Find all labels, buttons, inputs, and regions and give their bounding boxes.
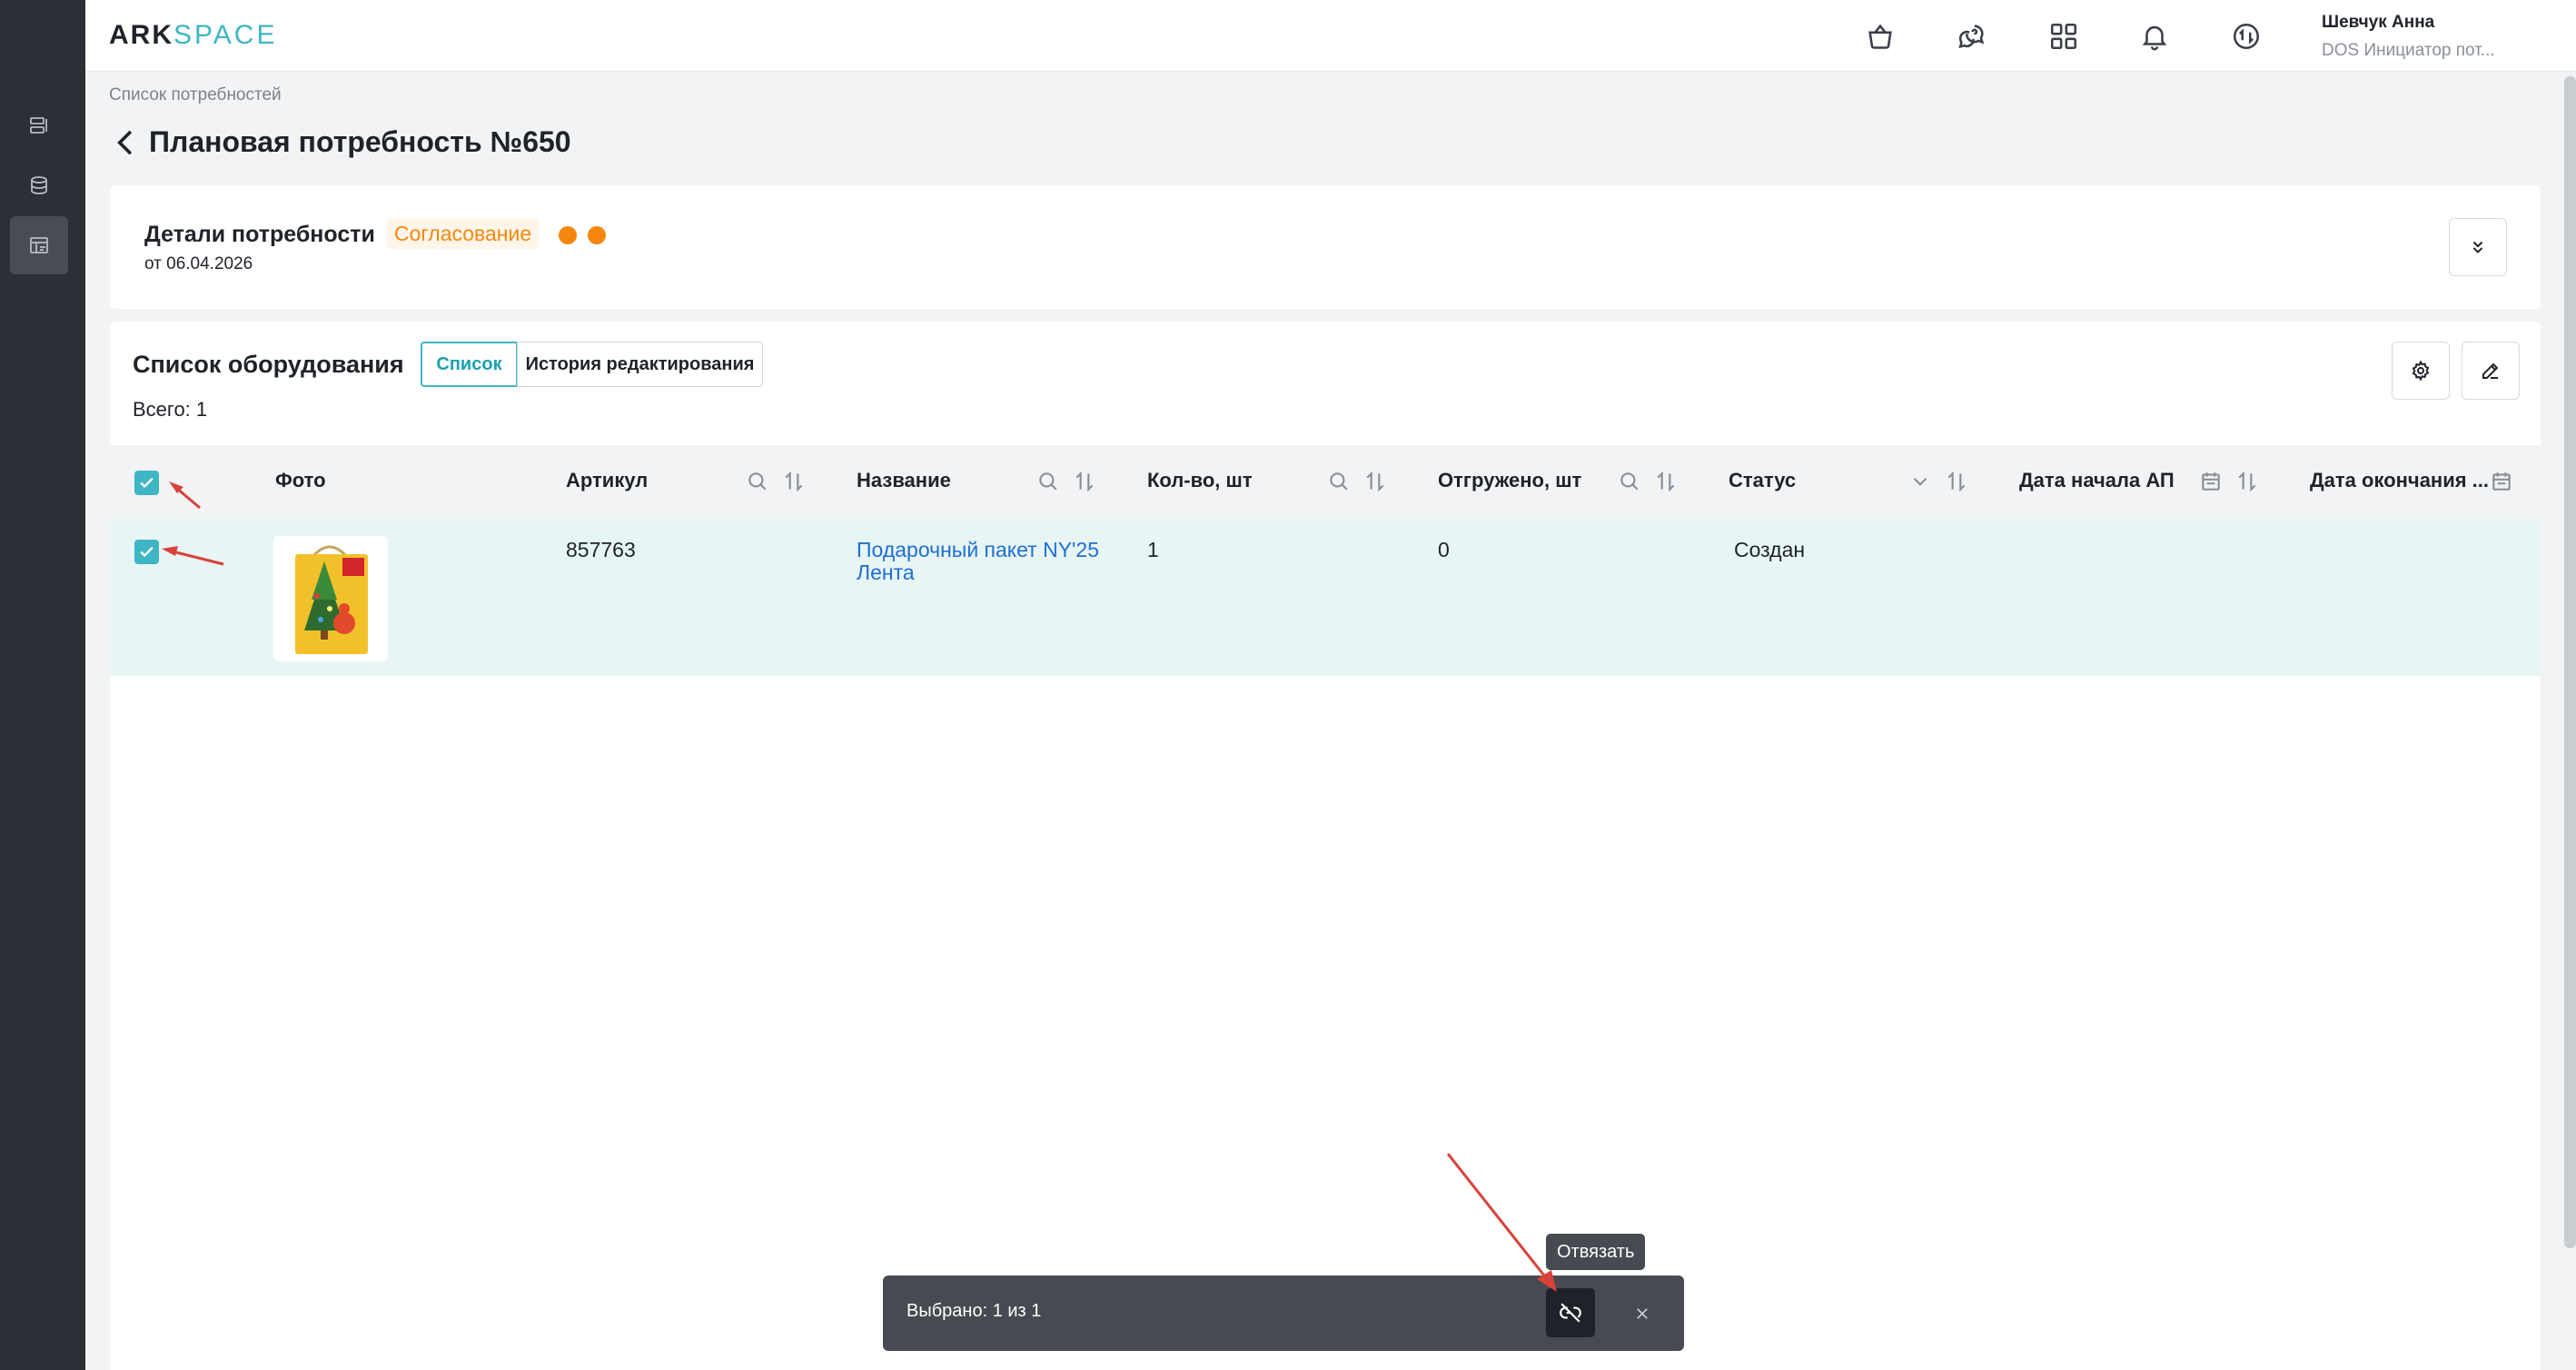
table-row[interactable]: 857763 Подарочный пакет NY'25 Лента 1 0 … — [110, 520, 2541, 676]
column-header-end-date[interactable]: Дата окончания ... — [2310, 469, 2489, 492]
equipment-title: Список оборудования — [133, 351, 404, 378]
table-edit-icon — [30, 237, 48, 253]
database-icon — [31, 176, 47, 194]
expand-details-button[interactable] — [2449, 218, 2507, 276]
arkspace-logo[interactable]: ARKSPACE — [109, 20, 277, 51]
check-icon — [140, 546, 154, 558]
tab-list[interactable]: Список — [421, 342, 518, 387]
user-role: DOS Инициатор пот... — [2322, 41, 2495, 60]
product-photo[interactable] — [273, 536, 388, 661]
status-badge: Согласование — [387, 218, 540, 249]
column-header-start-date[interactable]: Дата начала АП — [2019, 469, 2175, 492]
column-header-name[interactable]: Название — [857, 469, 951, 492]
unlink-tooltip: Отвязать — [1546, 1234, 1646, 1270]
check-icon — [140, 477, 154, 489]
apps-grid-icon[interactable] — [2044, 16, 2084, 56]
search-icon[interactable] — [1036, 470, 1060, 493]
table-header: Фото Артикул Название Кол-во, шт Отгруже… — [110, 445, 2541, 520]
status-dot — [588, 226, 606, 244]
cell-quantity: 1 — [1147, 538, 1159, 561]
row-checkbox[interactable] — [134, 540, 159, 564]
sidebar-item-database[interactable] — [10, 156, 68, 214]
column-header-quantity[interactable]: Кол-во, шт — [1147, 469, 1253, 492]
cell-name-link-line2[interactable]: Лента — [857, 561, 915, 585]
list-layout-icon — [30, 117, 47, 134]
cell-status: Создан — [1734, 538, 1806, 561]
sync-icon[interactable] — [2226, 16, 2266, 56]
unlink-icon — [1560, 1303, 1581, 1323]
chevron-down-icon[interactable] — [1908, 470, 1932, 493]
selection-count: Выбрано: 1 из 1 — [907, 1301, 1042, 1321]
details-card: Детали потребности от 06.04.2026 Согласо… — [110, 185, 2541, 309]
cell-name-link[interactable]: Подарочный пакет NY'25 — [857, 538, 1099, 562]
sort-icon[interactable] — [782, 470, 806, 493]
details-date: от 06.04.2026 — [144, 254, 253, 273]
support-chat-icon[interactable] — [1952, 16, 1992, 56]
back-arrow-icon[interactable] — [113, 127, 140, 158]
pencil-icon — [2482, 362, 2499, 379]
page-scrollbar[interactable] — [2564, 76, 2576, 1248]
sidebar-item-list[interactable] — [10, 96, 68, 154]
double-chevron-down-icon — [2472, 241, 2483, 253]
search-icon[interactable] — [746, 470, 769, 493]
column-header-photo: Фото — [275, 469, 326, 491]
left-sidebar — [0, 0, 85, 1370]
calendar-icon[interactable] — [2199, 470, 2223, 493]
top-header: ARKSPACE Шевчук Анна DOS Инициатор пот..… — [85, 0, 2576, 72]
search-icon[interactable] — [1327, 470, 1351, 493]
basket-icon[interactable] — [1860, 16, 1900, 56]
unlink-button[interactable] — [1546, 1288, 1595, 1337]
sort-icon[interactable] — [1073, 470, 1096, 493]
search-icon[interactable] — [1618, 470, 1641, 493]
edit-button[interactable] — [2462, 342, 2520, 400]
details-title: Детали потребности — [144, 222, 375, 247]
equipment-total: Всего: 1 — [133, 398, 208, 421]
column-header-shipped[interactable]: Отгружено, шт — [1438, 469, 1581, 492]
selection-action-bar: Выбрано: 1 из 1 — [883, 1276, 1684, 1351]
equipment-card: Список оборудования Всего: 1 Список Исто… — [110, 322, 2541, 1370]
gear-icon — [2412, 360, 2430, 382]
cell-article: 857763 — [566, 538, 636, 561]
settings-button[interactable] — [2392, 342, 2450, 400]
status-dot — [559, 226, 577, 244]
sort-icon[interactable] — [2235, 470, 2259, 493]
breadcrumb[interactable]: Список потребностей — [109, 85, 282, 105]
user-name: Шевчук Анна — [2322, 13, 2435, 32]
calendar-icon[interactable] — [2490, 470, 2513, 493]
close-icon[interactable] — [1630, 1301, 1655, 1326]
sort-icon[interactable] — [1945, 470, 1968, 493]
user-menu[interactable]: Шевчук Анна DOS Инициатор пот... — [2322, 13, 2495, 61]
bell-icon[interactable] — [2135, 16, 2175, 56]
tab-edit-history[interactable]: История редактирования — [517, 342, 763, 387]
sidebar-item-needs[interactable] — [10, 216, 68, 274]
column-header-article[interactable]: Артикул — [566, 469, 648, 492]
page-title: Плановая потребность №650 — [149, 125, 571, 158]
column-header-status[interactable]: Статус — [1729, 469, 1796, 492]
select-all-checkbox[interactable] — [134, 471, 159, 495]
sort-icon[interactable] — [1654, 470, 1678, 493]
cell-shipped: 0 — [1438, 538, 1450, 561]
sort-icon[interactable] — [1363, 470, 1387, 493]
